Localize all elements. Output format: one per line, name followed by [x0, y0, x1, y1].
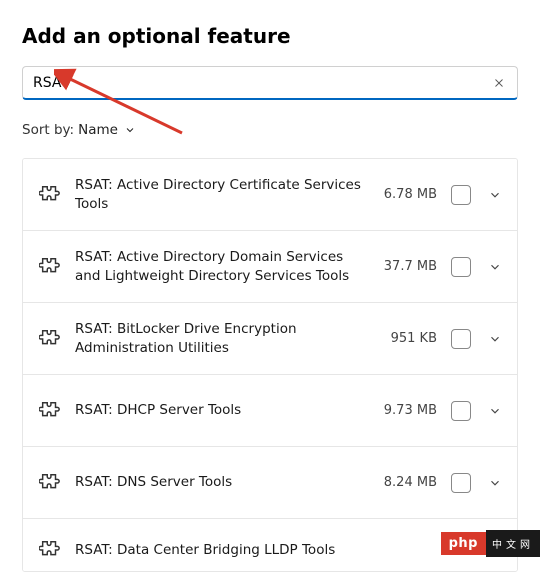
puzzle-icon — [39, 400, 61, 422]
page-title: Add an optional feature — [22, 24, 518, 48]
expand-button[interactable] — [485, 257, 505, 277]
feature-checkbox[interactable] — [451, 185, 471, 205]
feature-size: 6.78 MB — [381, 187, 437, 202]
feature-name: RSAT: Active Directory Certificate Servi… — [75, 176, 381, 214]
feature-size: 8.24 MB — [381, 475, 437, 490]
expand-button[interactable] — [485, 185, 505, 205]
feature-size: 37.7 MB — [381, 259, 437, 274]
feature-name: RSAT: DNS Server Tools — [75, 473, 381, 492]
feature-row[interactable]: RSAT: BitLocker Drive Encryption Adminis… — [23, 303, 517, 375]
puzzle-icon — [39, 328, 61, 350]
sort-value: Name — [78, 122, 118, 138]
sort-button[interactable]: Name — [78, 122, 136, 138]
sort-label: Sort by: — [22, 122, 74, 138]
puzzle-icon — [39, 184, 61, 206]
feature-checkbox[interactable] — [451, 401, 471, 421]
puzzle-icon — [39, 539, 61, 561]
feature-row[interactable]: RSAT: DHCP Server Tools 9.73 MB — [23, 375, 517, 447]
feature-list: RSAT: Active Directory Certificate Servi… — [22, 158, 518, 572]
expand-button[interactable] — [485, 473, 505, 493]
expand-button[interactable] — [485, 401, 505, 421]
chevron-down-icon — [488, 332, 502, 346]
chevron-down-icon — [124, 124, 136, 136]
feature-checkbox[interactable] — [451, 257, 471, 277]
clear-search-button[interactable] — [489, 73, 509, 93]
chevron-down-icon — [488, 476, 502, 490]
sort-row: Sort by: Name — [22, 122, 518, 138]
chevron-down-icon — [488, 260, 502, 274]
feature-name: RSAT: DHCP Server Tools — [75, 401, 381, 420]
feature-checkbox[interactable] — [451, 473, 471, 493]
feature-row[interactable]: RSAT: DNS Server Tools 8.24 MB — [23, 447, 517, 519]
feature-size: 9.73 MB — [381, 403, 437, 418]
expand-button[interactable] — [485, 329, 505, 349]
chevron-down-icon — [488, 404, 502, 418]
feature-name: RSAT: Data Center Bridging LLDP Tools — [75, 541, 435, 560]
feature-size: 951 KB — [381, 331, 437, 346]
puzzle-icon — [39, 256, 61, 278]
puzzle-icon — [39, 472, 61, 494]
search-input[interactable] — [33, 75, 489, 91]
chevron-down-icon — [488, 188, 502, 202]
watermark-left: php — [441, 532, 486, 555]
close-icon — [493, 77, 505, 89]
feature-name: RSAT: Active Directory Domain Services a… — [75, 248, 381, 286]
watermark: php 中文网 — [441, 530, 540, 557]
feature-row[interactable]: RSAT: Active Directory Domain Services a… — [23, 231, 517, 303]
search-field-container[interactable] — [22, 66, 518, 100]
feature-checkbox[interactable] — [451, 329, 471, 349]
feature-row[interactable]: RSAT: Active Directory Certificate Servi… — [23, 159, 517, 231]
watermark-right: 中文网 — [486, 530, 540, 557]
feature-name: RSAT: BitLocker Drive Encryption Adminis… — [75, 320, 381, 358]
